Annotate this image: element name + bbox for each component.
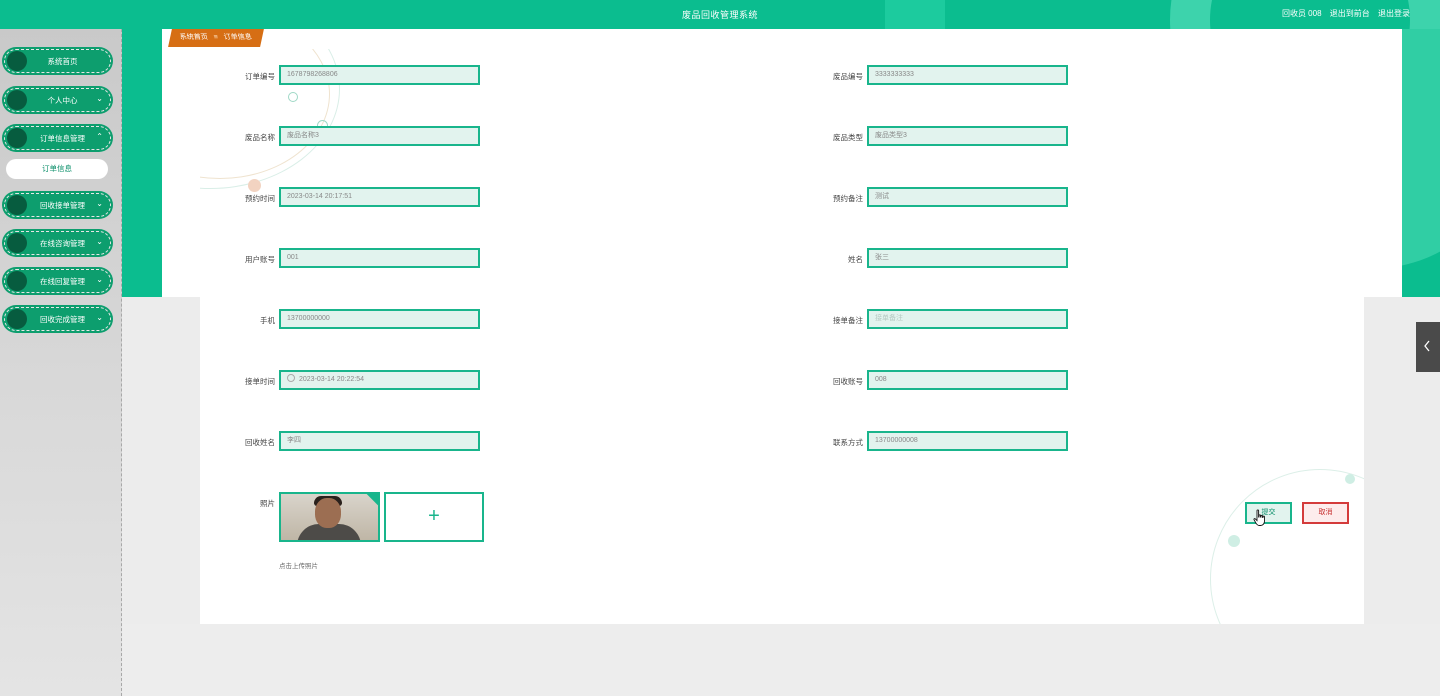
sidebar-item-profile[interactable]: 个人中心 ⌄	[4, 88, 111, 112]
waste-type-label: 废品类型	[833, 133, 863, 142]
breadcrumb-home[interactable]: 系统首页	[178, 29, 210, 47]
contact-input[interactable]: 13700000008	[867, 431, 1068, 451]
sidebar-item-order-management[interactable]: 订单信息管理 ⌃	[4, 126, 111, 150]
chevron-left-icon	[1424, 340, 1430, 352]
menu-dot-icon	[7, 128, 27, 148]
menu-dot-icon	[7, 309, 27, 329]
accept-time-value: 2023-03-14 20:22:54	[299, 376, 364, 383]
appoint-note-label: 预约备注	[833, 194, 863, 203]
order-form: 订单编号 1678798268806 废品编号 3333333333 废品名称 …	[200, 49, 1364, 624]
menu-dot-icon	[7, 271, 27, 291]
user-area: 回收员 008 退出到前台 退出登录	[1276, 8, 1410, 19]
chevron-down-icon: ⌄	[96, 94, 103, 103]
current-user: 回收员 008	[1281, 9, 1322, 18]
menu-dot-icon	[7, 195, 27, 215]
sidebar-item-online-reply[interactable]: 在线回复管理 ⌄	[4, 269, 111, 293]
breadcrumb-bar: 系统首页 ≡ 订单信息	[162, 29, 1402, 50]
appoint-note-input[interactable]: 测试	[867, 187, 1068, 207]
menu-dot-icon	[7, 51, 27, 71]
appoint-time-label: 预约时间	[245, 194, 275, 203]
sidebar-item-label: 在线咨询管理	[40, 239, 85, 248]
menu-dot-icon	[7, 90, 27, 110]
decoration-bubble	[1345, 474, 1355, 484]
sidebar-item-label: 回收接单管理	[40, 201, 85, 210]
menu-dot-icon	[7, 233, 27, 253]
recycler-account-input[interactable]: 008	[867, 370, 1068, 390]
name-input[interactable]: 张三	[867, 248, 1068, 268]
decoration-bubble	[1228, 535, 1240, 547]
app-title: 废品回收管理系统	[681, 10, 758, 20]
sidebar-item-label: 回收完成管理	[40, 315, 85, 324]
upload-photo-button[interactable]: +	[384, 492, 484, 542]
accept-time-input[interactable]: 2023-03-14 20:22:54	[279, 370, 480, 390]
recycler-name-input[interactable]: 李四	[279, 431, 480, 451]
sidebar-item-label: 个人中心	[47, 96, 78, 105]
uploaded-photo[interactable]	[279, 492, 380, 542]
appoint-time-input[interactable]: 2023-03-14 20:17:51	[279, 187, 480, 207]
clock-icon	[287, 374, 295, 382]
recycler-name-label: 回收姓名	[245, 438, 275, 447]
sidebar-item-label: 在线回复管理	[40, 277, 85, 286]
sidebar-item-label: 系统首页	[47, 57, 78, 66]
waste-type-input[interactable]: 废品类型3	[867, 126, 1068, 146]
accept-note-label: 接单备注	[833, 316, 863, 325]
phone-input[interactable]: 13700000000	[279, 309, 480, 329]
breadcrumb: 系统首页 ≡ 订单信息	[168, 29, 264, 47]
waste-name-input[interactable]: 废品名称3	[279, 126, 480, 146]
logout-link[interactable]: 退出登录	[1378, 9, 1410, 18]
waste-no-input[interactable]: 3333333333	[867, 65, 1068, 85]
phone-label: 手机	[260, 316, 275, 325]
sidebar-item-recycle-accept[interactable]: 回收接单管理 ⌄	[4, 193, 111, 217]
accept-time-label: 接单时间	[245, 377, 275, 386]
waste-name-label: 废品名称	[245, 133, 275, 142]
sidebar: 系统首页 个人中心 ⌄ 订单信息管理 ⌃ 订单信息 回收接单管理 ⌄ 在线咨询管…	[0, 29, 122, 696]
chevron-down-icon: ⌄	[96, 199, 103, 208]
chevron-down-icon: ⌄	[96, 275, 103, 284]
sidebar-subitem-order-info[interactable]: 订单信息	[6, 159, 108, 179]
top-header: 废品回收管理系统 回收员 008 退出到前台 退出登录	[0, 0, 1440, 29]
order-no-label: 订单编号	[245, 72, 275, 81]
contact-label: 联系方式	[833, 438, 863, 447]
sidebar-item-home[interactable]: 系统首页	[4, 49, 111, 73]
chevron-down-icon: ⌄	[96, 237, 103, 246]
breadcrumb-separator-icon: ≡	[213, 34, 219, 41]
collapse-toggle[interactable]	[1416, 322, 1440, 372]
waste-no-label: 废品编号	[833, 72, 863, 81]
photo-label: 照片	[260, 499, 275, 508]
chevron-up-icon: ⌃	[96, 132, 103, 141]
name-label: 姓名	[848, 255, 863, 264]
user-account-input[interactable]: 001	[279, 248, 480, 268]
cancel-button[interactable]: 取消	[1302, 502, 1349, 524]
chevron-down-icon: ⌄	[96, 313, 103, 322]
sidebar-item-online-consult[interactable]: 在线咨询管理 ⌄	[4, 231, 111, 255]
decoration-bubble	[248, 179, 261, 192]
upload-tip: 点击上传照片	[279, 563, 318, 570]
recycler-account-label: 回收账号	[833, 377, 863, 386]
breadcrumb-current: 订单信息	[223, 34, 253, 41]
user-account-label: 用户账号	[245, 255, 275, 264]
sidebar-item-recycle-complete[interactable]: 回收完成管理 ⌄	[4, 307, 111, 331]
accept-note-input[interactable]: 接单备注	[867, 309, 1068, 329]
hand-pointer-icon	[1253, 509, 1265, 526]
submenu-label: 订单信息	[42, 164, 72, 173]
sidebar-item-label: 订单信息管理	[40, 134, 85, 143]
decoration-bubble	[288, 92, 298, 102]
page-background	[123, 624, 1440, 696]
order-no-input[interactable]: 1678798268806	[279, 65, 480, 85]
back-to-frontend-link[interactable]: 退出到前台	[1330, 9, 1370, 18]
